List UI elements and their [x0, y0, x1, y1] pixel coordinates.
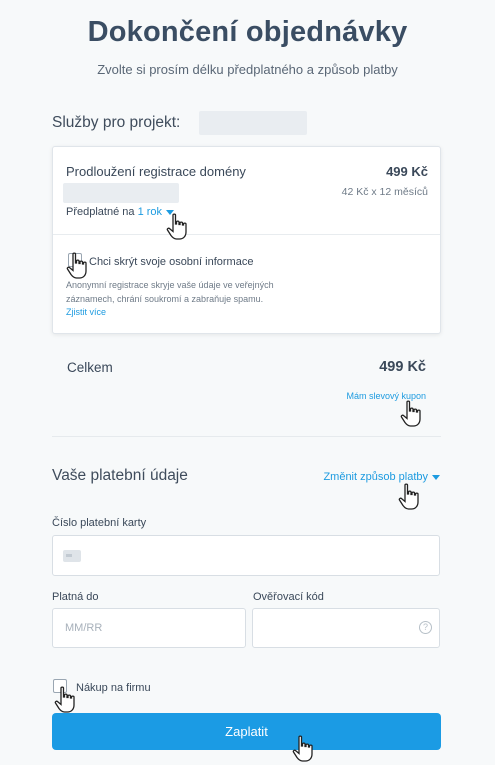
privacy-more-link[interactable]: Zjistit více: [66, 307, 106, 317]
total-price: 499 Kč: [379, 359, 426, 375]
valid-until-label: Platná do: [52, 591, 99, 603]
service-name: Prodloužení registrace domény: [66, 164, 246, 179]
service-price: 499 Kč: [386, 164, 428, 179]
privacy-description: Anonymní registrace skryje vaše údaje ve…: [66, 280, 274, 304]
card-number-input[interactable]: [52, 535, 440, 576]
change-payment-method-link[interactable]: Změnit způsob platby: [323, 471, 440, 483]
total-label: Celkem: [67, 360, 113, 375]
subscription-period-value: 1 rok: [137, 206, 163, 218]
hand-pointer-icon: [166, 213, 187, 240]
subscription-row: Předplatné na 1 rok: [66, 206, 175, 218]
valid-until-input[interactable]: [52, 608, 246, 648]
subscription-prefix: Předplatné na: [66, 206, 135, 218]
change-payment-method-label: Změnit způsob platby: [323, 471, 428, 483]
hand-pointer-icon: [398, 483, 419, 510]
cvc-input[interactable]: [252, 608, 440, 648]
question-circle-icon[interactable]: ?: [419, 621, 432, 634]
hand-pointer-icon: [54, 686, 75, 713]
page-subtitle: Zvolte si prosím délku předplatného a zp…: [97, 62, 398, 77]
section-divider: [52, 436, 441, 437]
company-purchase-label: Nákup na firmu: [76, 682, 151, 694]
hand-pointer-icon: [292, 735, 313, 762]
caret-down-icon: [432, 474, 440, 480]
domain-name-redacted: [63, 183, 179, 203]
service-price-detail: 42 Kč x 12 měsíců: [341, 186, 428, 198]
credit-card-icon: [63, 550, 81, 562]
payment-section-title: Vaše platební údaje: [52, 467, 188, 484]
services-project-label: Služby pro projekt:: [52, 114, 181, 131]
page-title: Dokončení objednávky: [87, 16, 408, 48]
privacy-label: Chci skrýt svoje osobní informace: [89, 256, 254, 268]
card-divider: [53, 234, 440, 235]
hand-pointer-icon: [400, 400, 421, 427]
cvc-label: Ověřovací kód: [253, 591, 324, 603]
pay-button[interactable]: Zaplatit: [52, 713, 441, 750]
card-number-label: Číslo platební karty: [52, 517, 147, 529]
service-card: Prodloužení registrace domény 499 Kč 42 …: [52, 146, 441, 334]
hand-pointer-icon: [66, 252, 87, 279]
project-name-redacted: [199, 111, 307, 135]
